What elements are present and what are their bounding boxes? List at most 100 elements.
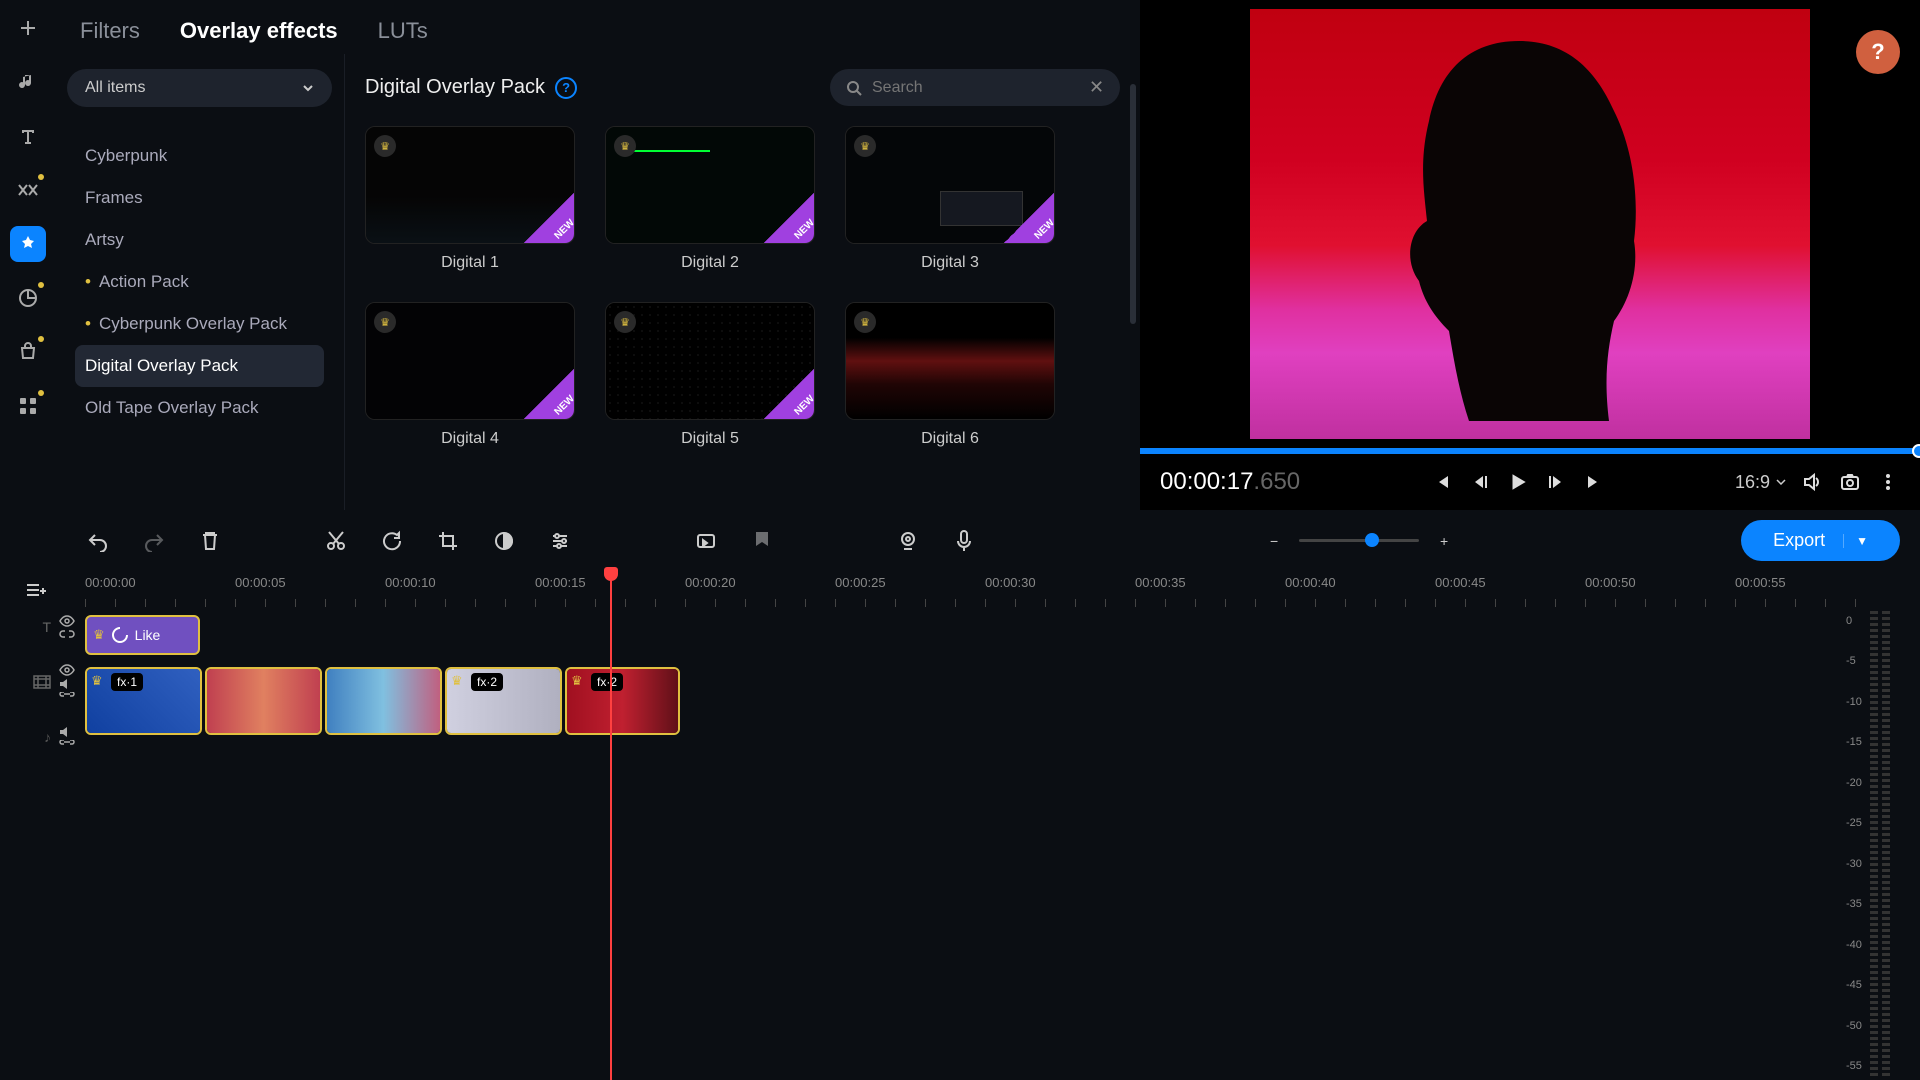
adjust-icon[interactable] xyxy=(547,528,573,554)
speaker-icon[interactable] xyxy=(59,726,75,738)
aspect-ratio[interactable]: 16:9 xyxy=(1735,472,1786,493)
cat-cyberpunk-overlay[interactable]: Cyberpunk Overlay Pack xyxy=(75,303,324,345)
zoom-control: − + xyxy=(1261,528,1457,554)
progress-handle[interactable] xyxy=(1912,444,1920,458)
ruler-mark: 00:00:10 xyxy=(385,575,436,590)
panel-tabs: Filters Overlay effects LUTs xyxy=(55,0,1140,54)
search-icon xyxy=(846,80,862,96)
marker-icon[interactable] xyxy=(749,528,775,554)
progress-bar[interactable] xyxy=(1140,448,1920,454)
crop-icon[interactable] xyxy=(435,528,461,554)
export-button[interactable]: Export▼ xyxy=(1741,520,1900,561)
tab-filters[interactable]: Filters xyxy=(80,18,140,44)
text-icon[interactable] xyxy=(10,118,46,154)
cat-frames[interactable]: Frames xyxy=(75,177,324,219)
zoom-out-icon[interactable]: − xyxy=(1261,528,1287,554)
effect-card-digital-5[interactable]: ♛NEW Digital 5 xyxy=(605,302,815,448)
effect-card-digital-4[interactable]: ♛ NEW Digital 4 xyxy=(365,302,575,448)
content-title: Digital Overlay Pack xyxy=(365,76,545,99)
delete-icon[interactable] xyxy=(197,528,223,554)
video-clip-4[interactable]: ♛fx·2 xyxy=(445,667,562,735)
ruler-mark: 00:00:45 xyxy=(1435,575,1486,590)
snapshot-icon[interactable] xyxy=(1838,470,1862,494)
link-icon[interactable] xyxy=(59,629,75,639)
crown-icon: ♛ xyxy=(374,311,396,333)
prev-clip-icon[interactable] xyxy=(1430,470,1454,494)
tab-overlay-effects[interactable]: Overlay effects xyxy=(180,18,338,44)
cat-digital-overlay[interactable]: Digital Overlay Pack xyxy=(75,345,324,387)
video-track-icon xyxy=(33,675,51,689)
effect-card-digital-2[interactable]: ♛NEW Digital 2 xyxy=(605,126,815,272)
effect-card-digital-3[interactable]: ♛NEW Digital 3 xyxy=(845,126,1055,272)
color-icon[interactable] xyxy=(491,528,517,554)
effect-card-digital-1[interactable]: ♛NEW Digital 1 xyxy=(365,126,575,272)
volume-icon[interactable] xyxy=(1800,470,1824,494)
meter-label: -25 xyxy=(1846,817,1862,829)
undo-icon[interactable] xyxy=(85,528,111,554)
track-area[interactable]: ♛ Like ♛fx·1 ♛fx·2 ♛fx·2 xyxy=(85,607,1920,1080)
new-badge: NEW xyxy=(792,217,815,241)
clear-search-icon[interactable]: ✕ xyxy=(1089,77,1104,98)
crown-icon: ♛ xyxy=(854,311,876,333)
effect-label: Digital 5 xyxy=(681,430,739,448)
video-clip-2[interactable] xyxy=(205,667,322,735)
effect-label: Digital 4 xyxy=(441,430,499,448)
effect-label: Digital 1 xyxy=(441,254,499,272)
search-box[interactable]: ✕ xyxy=(830,69,1120,106)
templates-icon[interactable] xyxy=(10,388,46,424)
search-input[interactable] xyxy=(872,79,1079,97)
title-clip[interactable]: ♛ Like xyxy=(85,615,200,655)
zoom-handle[interactable] xyxy=(1365,533,1379,547)
category-dropdown[interactable]: All items xyxy=(67,69,332,107)
cat-action-pack[interactable]: Action Pack xyxy=(75,261,324,303)
timeline-tracks: T ♪ xyxy=(0,607,1920,1080)
step-forward-icon[interactable] xyxy=(1544,470,1568,494)
mic-icon[interactable] xyxy=(951,528,977,554)
webcam-icon[interactable] xyxy=(895,528,921,554)
eye-icon[interactable] xyxy=(59,664,75,676)
timeline-ruler[interactable]: 00:00:0000:00:0500:00:1000:00:1500:00:20… xyxy=(0,571,1920,607)
redo-icon[interactable] xyxy=(141,528,167,554)
tab-luts[interactable]: LUTs xyxy=(378,18,428,44)
stickers-icon[interactable] xyxy=(10,280,46,316)
cat-artsy[interactable]: Artsy xyxy=(75,219,324,261)
add-icon[interactable] xyxy=(10,10,46,46)
chevron-down-icon xyxy=(302,84,314,92)
meter-label: 0 xyxy=(1846,615,1862,627)
scrollbar[interactable] xyxy=(1130,84,1136,324)
speaker-icon[interactable] xyxy=(59,678,75,690)
video-preview[interactable]: ? xyxy=(1140,0,1920,448)
play-icon[interactable] xyxy=(1506,470,1530,494)
video-clip-5[interactable]: ♛fx·2 xyxy=(565,667,680,735)
zoom-in-icon[interactable]: + xyxy=(1431,528,1457,554)
export-dropdown-icon[interactable]: ▼ xyxy=(1843,534,1868,548)
clip-properties-icon[interactable] xyxy=(693,528,719,554)
playhead[interactable] xyxy=(610,567,612,1080)
new-badge: NEW xyxy=(552,393,575,417)
preview-panel: ? 00:00:17.650 16:9 xyxy=(1140,0,1920,510)
add-track-icon[interactable] xyxy=(22,577,48,603)
shop-icon[interactable] xyxy=(10,334,46,370)
cut-icon[interactable] xyxy=(323,528,349,554)
effects-icon[interactable] xyxy=(10,226,46,262)
info-icon[interactable]: ? xyxy=(555,77,577,99)
link-icon[interactable] xyxy=(59,740,75,748)
music-icon[interactable] xyxy=(10,64,46,100)
more-icon[interactable] xyxy=(1876,470,1900,494)
step-back-icon[interactable] xyxy=(1468,470,1492,494)
next-clip-icon[interactable] xyxy=(1582,470,1606,494)
help-button[interactable]: ? xyxy=(1856,30,1900,74)
cat-old-tape-overlay[interactable]: Old Tape Overlay Pack xyxy=(75,387,324,429)
ruler-mark: 00:00:05 xyxy=(235,575,286,590)
video-clip-3[interactable] xyxy=(325,667,442,735)
cat-cyberpunk[interactable]: Cyberpunk xyxy=(75,135,324,177)
link-icon[interactable] xyxy=(59,692,75,700)
zoom-slider[interactable] xyxy=(1299,539,1419,542)
ruler-mark: 00:00:55 xyxy=(1735,575,1786,590)
video-clip-1[interactable]: ♛fx·1 xyxy=(85,667,202,735)
effect-card-digital-6[interactable]: ♛ Digital 6 xyxy=(845,302,1055,448)
crown-icon: ♛ xyxy=(451,673,463,689)
rotate-icon[interactable] xyxy=(379,528,405,554)
eye-icon[interactable] xyxy=(59,615,75,627)
transitions-icon[interactable] xyxy=(10,172,46,208)
